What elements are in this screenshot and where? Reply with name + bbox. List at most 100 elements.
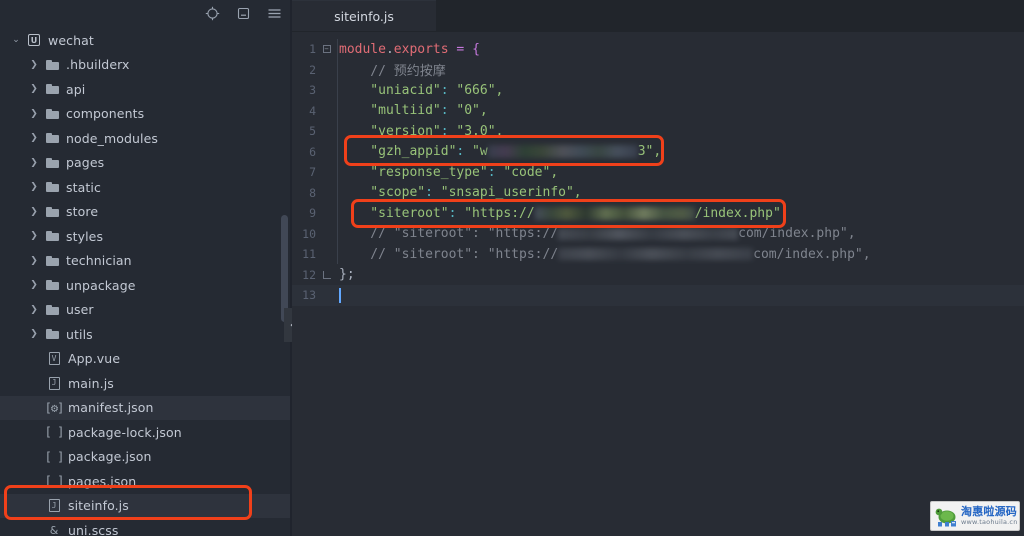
- menu-icon[interactable]: [267, 6, 282, 21]
- code-token-colon: :: [425, 185, 433, 201]
- line-number: 3: [309, 83, 316, 98]
- tree-item-label: static: [66, 179, 101, 195]
- js-file-icon: J: [44, 376, 64, 390]
- code-text: // "siteroot": "https:// com/index.php",: [333, 226, 855, 241]
- collapse-all-icon[interactable]: [236, 6, 251, 21]
- tree-item-manifest-json[interactable]: [⚙] manifest.json: [0, 395, 292, 420]
- fold-toggle-icon[interactable]: −: [320, 45, 333, 54]
- twisty-icon[interactable]: ❯: [26, 158, 42, 168]
- tree-item-label: api: [66, 81, 86, 97]
- tree-item-label: App.vue: [68, 351, 121, 367]
- code-token-colon: :: [440, 103, 449, 119]
- indent-guide: [337, 39, 338, 264]
- folder-icon: [42, 182, 62, 193]
- tree-item-store[interactable]: ❯ store: [0, 200, 292, 225]
- tree-item-app-vue[interactable]: V App.vue: [0, 347, 292, 372]
- line-number: 4: [309, 103, 316, 118]
- code-token-colon: :: [440, 123, 449, 139]
- project-explorer-sidebar: ⌄ U wechat ❯ .hbuilderx ❯ api ❯ componen…: [0, 0, 292, 536]
- tree-item-pages[interactable]: ❯ pages: [0, 151, 292, 176]
- redacted-comment-domain: [558, 227, 739, 240]
- tree-item-pages-json[interactable]: [ ] pages.json: [0, 469, 292, 494]
- watermark-title: 淘惠啦源码: [961, 505, 1017, 519]
- code-token-value-prefix: "https://: [456, 205, 535, 221]
- tree-item-components[interactable]: ❯ components: [0, 102, 292, 127]
- code-token-comment-suffix: com/index.php",: [753, 246, 871, 262]
- code-content[interactable]: 1 − module.exports = { 2 // 预约按摩 3 "unia…: [292, 32, 1024, 536]
- tree-item-label: wechat: [48, 32, 94, 48]
- tree-item-package-json[interactable]: [ ] package.json: [0, 445, 292, 470]
- tab-siteinfo-js[interactable]: siteinfo.js: [292, 0, 436, 31]
- tree-item-unpackage[interactable]: ❯ unpackage: [0, 273, 292, 298]
- json-file-icon: [ ]: [44, 474, 65, 489]
- scss-file-icon: &: [49, 523, 59, 536]
- code-text: [333, 287, 341, 303]
- code-line: 10 // "siteroot": "https:// com/index.php…: [292, 224, 1024, 245]
- code-token-value: "snsapi_userinfo",: [432, 185, 582, 201]
- redacted-appid-value: [487, 145, 638, 159]
- twisty-icon[interactable]: ❯: [26, 60, 42, 70]
- twisty-icon[interactable]: ⌄: [8, 35, 24, 45]
- tree-item-technician[interactable]: ❯ technician: [0, 249, 292, 274]
- tree-item-api[interactable]: ❯ api: [0, 77, 292, 102]
- code-text: // "siteroot": "https:// com/index.php",: [333, 246, 871, 262]
- folder-icon: [42, 255, 62, 266]
- line-number: 11: [302, 247, 316, 262]
- sidebar-scrollbar[interactable]: [281, 215, 288, 322]
- twisty-icon[interactable]: ❯: [26, 329, 42, 339]
- twisty-icon[interactable]: ❯: [26, 280, 42, 290]
- tree-item-static[interactable]: ❯ static: [0, 175, 292, 200]
- tree-item-label: pages.json: [68, 473, 137, 489]
- sidebar-toolbar: [0, 0, 292, 26]
- twisty-icon[interactable]: ❯: [26, 84, 42, 94]
- line-number: 2: [309, 62, 316, 77]
- twisty-icon[interactable]: ❯: [26, 133, 42, 143]
- tree-item-siteinfo-js[interactable]: J siteinfo.js: [0, 493, 292, 518]
- code-token-module: module: [339, 41, 386, 57]
- code-token-comment-prefix: // "siteroot": "https://: [339, 246, 559, 262]
- code-token-value-suffix: /index.php",: [694, 205, 789, 221]
- folder-icon: [42, 157, 62, 168]
- tree-item-label: styles: [66, 228, 104, 244]
- line-number: 1: [309, 42, 316, 57]
- twisty-icon[interactable]: ❯: [26, 256, 42, 266]
- tree-item-main-js[interactable]: J main.js: [0, 371, 292, 396]
- twisty-icon[interactable]: ❯: [26, 109, 42, 119]
- tree-item-node-modules[interactable]: ❯ node_modules: [0, 126, 292, 151]
- tree-item-package-lock-json[interactable]: [ ] package-lock.json: [0, 420, 292, 445]
- tree-item-label: unpackage: [66, 277, 136, 293]
- folder-icon: [42, 280, 62, 291]
- json-file-icon: [ ]: [44, 449, 65, 464]
- tree-item-label: manifest.json: [68, 400, 154, 416]
- tree-item-hbuilderx[interactable]: ❯ .hbuilderx: [0, 53, 292, 78]
- vue-file-icon: V: [44, 352, 64, 366]
- code-line: 9 "siteroot": "https:///index.php",: [292, 203, 1024, 224]
- code-text: "scope": "snsapi_userinfo",: [333, 185, 582, 201]
- tree-item-label: uni.scss: [68, 522, 119, 536]
- uni-project-icon: U: [24, 34, 44, 47]
- tree-item-label: components: [66, 106, 145, 122]
- watermark-text: 淘惠啦源码 www.taohuila.cn: [961, 506, 1018, 526]
- tree-item-wechat[interactable]: ⌄ U wechat: [0, 28, 292, 53]
- twisty-icon[interactable]: ❯: [26, 207, 42, 217]
- line-number: 6: [309, 144, 316, 159]
- folder-icon: [42, 133, 62, 144]
- tree-item-utils[interactable]: ❯ utils: [0, 322, 292, 347]
- code-token-key: "siteroot": [339, 205, 449, 221]
- twisty-icon[interactable]: ❯: [26, 231, 42, 241]
- code-text: "gzh_appid": "w 3",: [333, 144, 661, 159]
- tree-item-label: package-lock.json: [68, 424, 182, 440]
- tree-item-styles[interactable]: ❯ styles: [0, 224, 292, 249]
- code-token-key: "gzh_appid": [339, 144, 457, 160]
- code-token-assign: = {: [448, 41, 480, 57]
- tree-item-label: utils: [66, 326, 93, 342]
- locate-file-icon[interactable]: [205, 6, 220, 21]
- tree-item-user[interactable]: ❯ user: [0, 298, 292, 323]
- code-line: 1 − module.exports = {: [292, 39, 1024, 60]
- editor-tabbar: siteinfo.js: [292, 0, 1024, 32]
- twisty-icon[interactable]: ❯: [26, 182, 42, 192]
- twisty-icon[interactable]: ❯: [26, 305, 42, 315]
- tree-item-uni-scss[interactable]: & uni.scss: [0, 518, 292, 536]
- folder-icon: [42, 84, 62, 95]
- code-token-key: "response_type": [339, 164, 488, 180]
